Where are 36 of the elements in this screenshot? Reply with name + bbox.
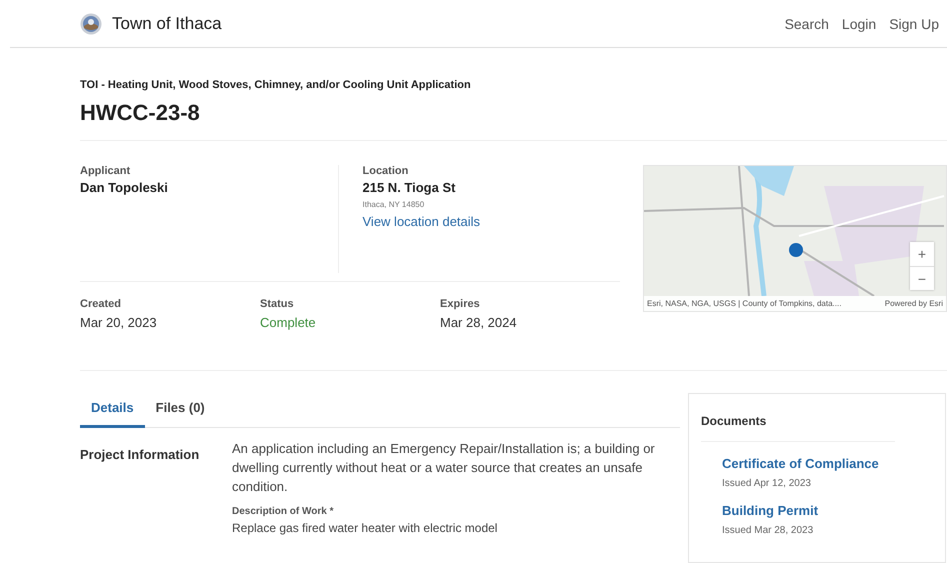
- issued-date: Issued Apr 12, 2023: [722, 478, 812, 489]
- record-number: HWCC-23-8: [80, 100, 200, 125]
- document-link[interactable]: Building Permit: [722, 503, 818, 518]
- field-value: Replace gas fired water heater with electric model: [232, 521, 498, 535]
- address: 215 N. Tioga St: [362, 180, 456, 195]
- date-value: Mar 28, 2024: [440, 315, 518, 330]
- card-title: Documents: [701, 394, 895, 442]
- city-state-zip: Ithaca, NY 14850: [362, 200, 426, 209]
- zoom-out-button[interactable]: −: [910, 266, 934, 290]
- field-label: Created: [80, 298, 122, 310]
- field-label: Description of Work *: [232, 506, 334, 517]
- tab[interactable]: Details: [80, 392, 145, 428]
- town-seal-icon: [80, 12, 102, 34]
- date-value: Mar 20, 2023: [80, 315, 158, 330]
- applicant-name: Dan Topoleski: [80, 180, 169, 195]
- map[interactable]: + − Esri, NASA, NGA, USGS | County of Tompkins, data.... Powered by Esri: [643, 165, 947, 312]
- map-attribution: Esri, NASA, NGA, USGS | County of Tompkins, data....: [647, 299, 842, 308]
- location-details-link[interactable]: View location details: [362, 214, 480, 229]
- section-heading: Project Information: [80, 447, 200, 462]
- nav-link[interactable]: Login: [842, 16, 876, 32]
- field-label: Location: [362, 165, 410, 177]
- nav-link[interactable]: Sign Up: [889, 16, 939, 32]
- field-label: Expires: [440, 298, 481, 310]
- field-label: Applicant: [80, 165, 132, 177]
- description-text: An application including an Emergency Repair/Installation is; a building or dwelling currently without heat or a water source that creates an unsafe condition.: [232, 440, 656, 496]
- site-name[interactable]: Town of Ithaca: [112, 14, 222, 34]
- nav-link[interactable]: Search: [784, 16, 829, 32]
- field-label: Status: [260, 298, 295, 310]
- powered-by-link[interactable]: Powered by Esri: [884, 299, 943, 308]
- record-type: TOI - Heating Unit, Wood Stoves, Chimney, and/or Cooling Unit Application: [80, 79, 472, 91]
- location-pin: [789, 243, 803, 257]
- zoom-in-button[interactable]: +: [910, 242, 934, 266]
- status-value: Complete: [260, 315, 317, 330]
- document-link[interactable]: Certificate of Compliance: [722, 456, 879, 471]
- tab[interactable]: Files (0): [144, 392, 216, 428]
- issued-date: Issued Mar 28, 2023: [722, 525, 814, 536]
